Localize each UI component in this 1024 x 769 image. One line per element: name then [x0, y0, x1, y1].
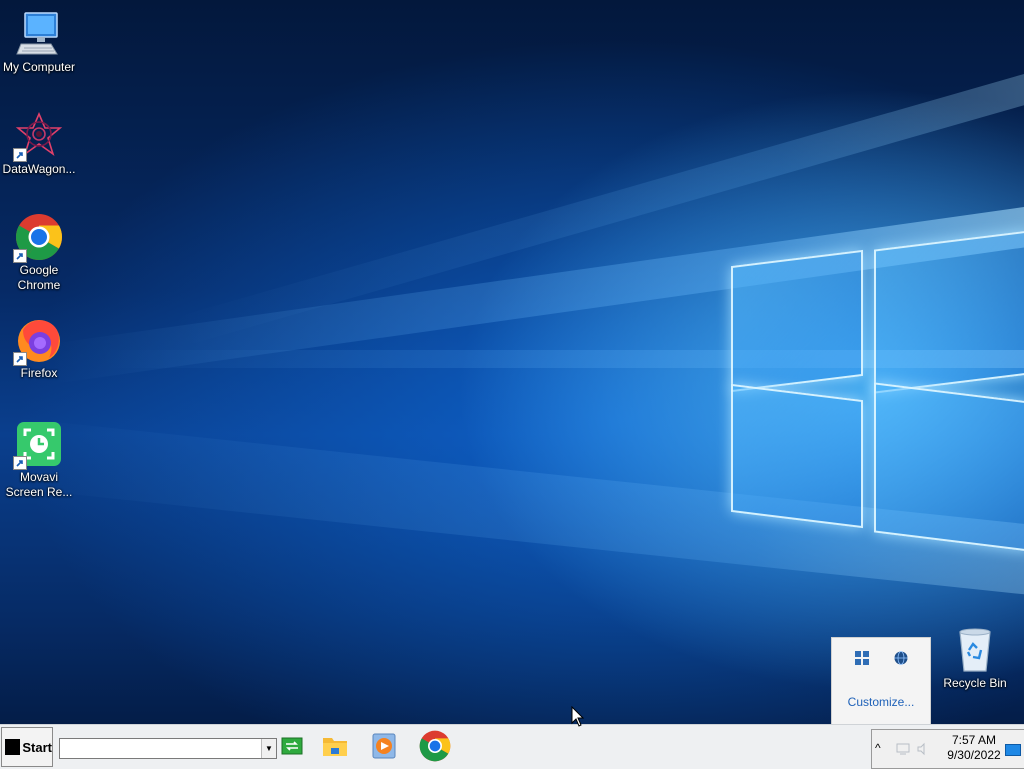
clock-date: 9/30/2022 — [947, 748, 1001, 762]
clock-time: 7:57 AM — [951, 733, 997, 747]
shortcut-arrow-icon — [13, 249, 27, 263]
wallpaper-window-pane — [731, 249, 863, 393]
file-explorer-button[interactable] — [318, 729, 352, 763]
network-icon[interactable] — [896, 742, 912, 761]
dropdown-arrow-icon[interactable]: ▼ — [261, 739, 276, 758]
media-player-icon — [372, 733, 396, 759]
volume-icon[interactable] — [916, 742, 930, 761]
notifications-icon[interactable] — [1005, 743, 1021, 761]
shortcut-arrow-icon — [13, 456, 27, 470]
wallpaper-light-beam — [2, 417, 1024, 600]
desktop-icon-firefox[interactable]: Firefox — [1, 316, 77, 381]
desktop-icon-datawagon[interactable]: DataWagon... — [1, 111, 77, 177]
wallpaper-window-pane — [731, 383, 863, 529]
desktop-icon-google-chrome[interactable]: Google Chrome — [1, 213, 77, 293]
desktop-icon-movavi[interactable]: Movavi Screen Re... — [1, 420, 77, 500]
customize-link[interactable]: Customize... — [832, 695, 930, 709]
globe-icon[interactable] — [893, 650, 909, 671]
taskbar: Start ▼ ^ 7:57 AM 9/30/2022 — [0, 724, 1024, 769]
desktop[interactable]: My Computer DataWagon... Google Chrome F… — [0, 0, 1024, 724]
recycle-bin-icon — [951, 626, 999, 674]
tray-overflow-chevron[interactable]: ^ — [875, 741, 881, 755]
tray-overflow-popup: Customize... — [831, 637, 931, 724]
chrome-icon — [13, 213, 63, 263]
address-combobox[interactable]: ▼ — [59, 738, 277, 759]
shortcut-arrow-icon — [13, 352, 27, 366]
start-label: Start — [22, 739, 52, 755]
clock[interactable]: 7:57 AM 9/30/2022 — [942, 733, 1006, 763]
media-player-button[interactable] — [367, 729, 401, 763]
shortcut-arrow-icon — [13, 148, 27, 162]
desktop-icon-recycle-bin[interactable]: Recycle Bin — [937, 626, 1013, 691]
desktop-icon-label: Movavi Screen Re... — [5, 470, 73, 499]
my-computer-icon — [15, 10, 63, 58]
chrome-icon — [419, 730, 451, 762]
wallpaper-window-pane — [874, 230, 1024, 394]
desktop-switch-icon — [281, 737, 303, 755]
datawagon-icon — [13, 111, 63, 162]
movavi-icon — [13, 420, 63, 470]
wallpaper-window-pane — [874, 382, 1024, 552]
start-button[interactable]: Start — [1, 727, 53, 767]
desktop-icon-label: Firefox — [20, 366, 58, 380]
desktop-icon-my-computer[interactable]: My Computer — [1, 10, 77, 75]
windows-grid-icon[interactable] — [854, 650, 870, 671]
start-square-icon — [5, 739, 21, 755]
firefox-icon — [13, 316, 63, 366]
system-tray: ^ 7:57 AM 9/30/2022 — [871, 729, 1024, 769]
desktop-icon-label: DataWagon... — [2, 162, 76, 176]
desktop-switch-button[interactable] — [276, 729, 308, 763]
desktop-icon-label: Google Chrome — [17, 263, 61, 292]
mouse-cursor-icon — [571, 706, 585, 727]
chrome-taskbar-button[interactable] — [418, 729, 452, 763]
desktop-icon-label: Recycle Bin — [943, 676, 1007, 690]
desktop-icon-label: My Computer — [2, 60, 76, 74]
file-explorer-icon — [323, 738, 347, 756]
